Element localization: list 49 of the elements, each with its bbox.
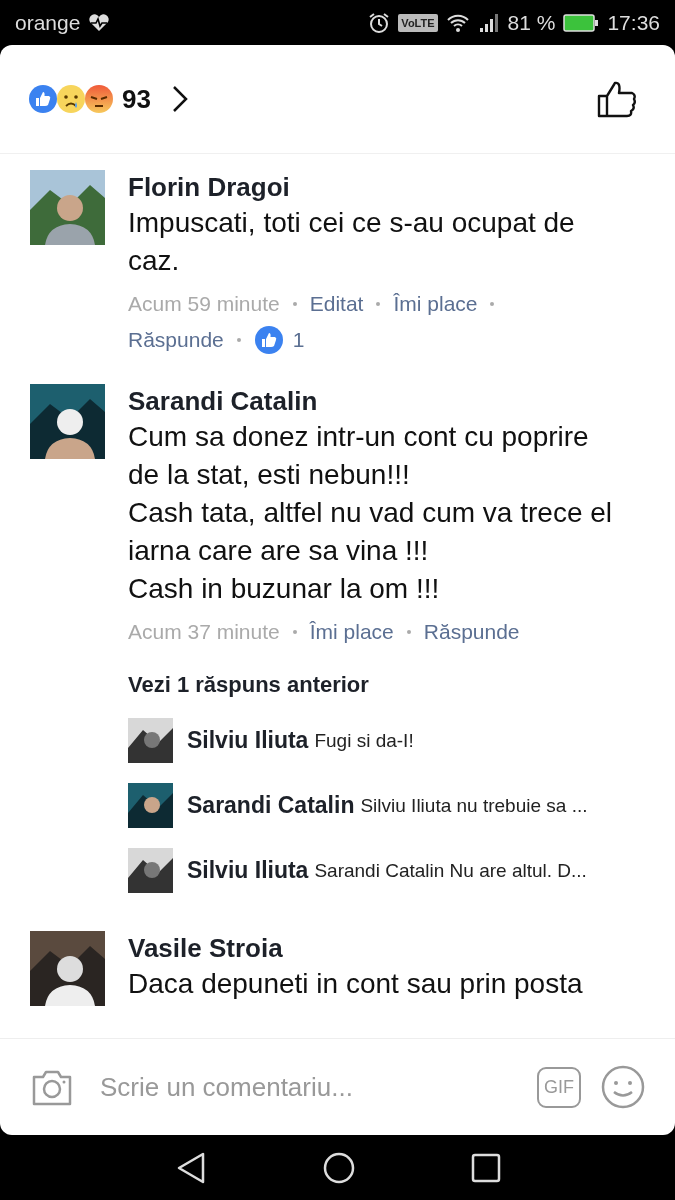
like-reaction-icon [28, 84, 58, 114]
previous-replies-link[interactable]: Vezi 1 răspuns anterior [128, 672, 645, 698]
separator-dot [292, 630, 297, 634]
comment-action-link[interactable]: Răspunde [128, 324, 224, 356]
comment-text: Cum sa donez intr-un cont cu poprire de la stat, esti nebun!!! [128, 420, 590, 492]
comment-action-link[interactable]: Răspunde [423, 616, 520, 648]
home-icon[interactable] [321, 1150, 356, 1185]
separator-dot [376, 302, 381, 306]
commenter-name[interactable]: Florin Dragoi [128, 170, 645, 204]
wifi-icon [445, 12, 470, 33]
recent-apps-icon[interactable] [470, 1152, 501, 1183]
clock: 17:36 [607, 10, 660, 35]
commenter-name[interactable]: Sarandi Catalin [128, 384, 645, 418]
comment-text: Cash in buzunar la om !!! [128, 572, 441, 606]
reply-text: Silviu Iliuta nu trebuie sa ... [360, 794, 588, 817]
comment-action-link[interactable]: Îmi place [393, 288, 478, 320]
signal-icon [477, 12, 500, 33]
like-count: 1 [292, 328, 305, 352]
separator-dot [406, 630, 411, 634]
reply-author[interactable]: Silviu Iliuta [187, 857, 309, 884]
sad-reaction-icon [56, 84, 86, 114]
battery-icon [563, 12, 600, 33]
chevron-right-icon[interactable] [170, 85, 189, 113]
separator-dot [292, 302, 297, 306]
like-reaction-icon [253, 325, 284, 355]
reply-text: Sarandi Catalin Nu are altul. D... [314, 859, 587, 882]
comment-text: Cash tata, altfel nu vad cum va trece el iarna care are sa vina !!! [128, 496, 614, 568]
heart-icon [88, 13, 111, 32]
reply-author[interactable]: Silviu Iliuta [187, 727, 309, 754]
reply-author[interactable]: Sarandi Catalin [187, 792, 355, 819]
comment-input-field[interactable]: Scrie un comentariu... [98, 1070, 513, 1104]
timestamp: Acum 59 minute [128, 291, 280, 317]
carrier-name: orange [15, 10, 81, 35]
comment-action-link[interactable]: Editat [309, 288, 364, 320]
smiley-icon[interactable] [601, 1065, 645, 1109]
battery-percent: 81 % [507, 10, 556, 35]
commenter-name[interactable]: Vasile Stroia [128, 931, 645, 965]
volte-badge: VoLTE [398, 13, 438, 32]
reply-text: Fugi si da-I! [314, 729, 414, 752]
alarm-icon [368, 11, 391, 34]
separator-dot [490, 302, 495, 306]
comment-text: Impuscati, toti cei ce s-au ocupat de caz. [128, 206, 576, 278]
comment-action-link[interactable]: Îmi place [309, 616, 394, 648]
separator-dot [236, 338, 241, 342]
timestamp: Acum 37 minute [128, 619, 280, 645]
thumbs-up-icon[interactable] [597, 80, 637, 118]
comment-text: Daca depuneti in cont sau prin posta [128, 967, 584, 1001]
reaction-count[interactable]: 93 [122, 83, 151, 115]
angry-reaction-icon [84, 84, 114, 114]
